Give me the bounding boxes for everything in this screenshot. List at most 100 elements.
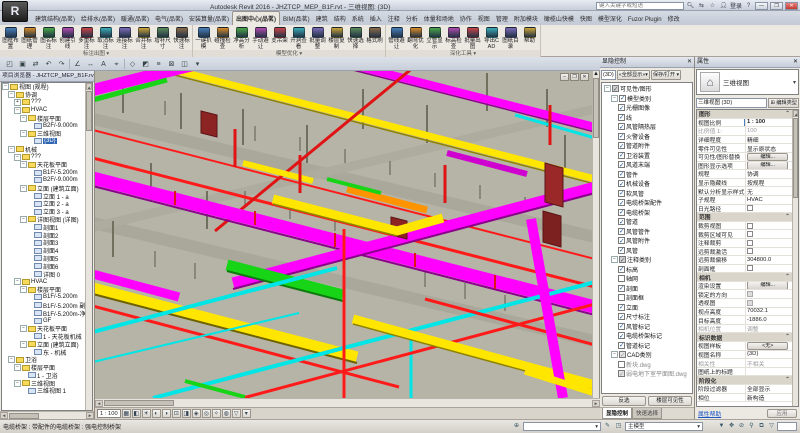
- property-value[interactable]: HVAC: [745, 196, 792, 204]
- browser-tree-item[interactable]: −机械: [2, 145, 85, 153]
- user-icon[interactable]: 👤︎: [719, 2, 728, 10]
- edit-type-button[interactable]: ⊞ 编辑类型: [768, 98, 799, 108]
- visibility-checkbox[interactable]: [619, 95, 626, 102]
- ribbon-tab[interactable]: 结构: [331, 12, 349, 25]
- property-section-header[interactable]: 图形⌃: [697, 110, 792, 119]
- render-icon[interactable]: ◑: [162, 409, 171, 418]
- ribbon-button[interactable]: 合并标注: [134, 26, 153, 50]
- design-option-dropdown[interactable]: 主模型▾: [625, 422, 703, 431]
- scroll-left-icon[interactable]: ◄: [95, 400, 103, 407]
- ribbon-tab[interactable]: 管理: [493, 12, 511, 25]
- ribbon-button[interactable]: 图纸管理: [20, 26, 39, 50]
- visibility-checkbox[interactable]: [618, 218, 625, 225]
- lock-view-icon[interactable]: ◈: [192, 409, 201, 418]
- editable-only-icon[interactable]: ✎: [603, 422, 612, 431]
- collapse-icon[interactable]: −: [8, 356, 15, 363]
- visibility-category-row[interactable]: 光栅图像: [602, 103, 692, 113]
- browser-tree-item[interactable]: −协调: [2, 91, 85, 99]
- ribbon-button[interactable]: 图框布置: [1, 26, 20, 50]
- ribbon-tab[interactable]: Fuzor Plugin: [625, 15, 665, 25]
- edit-button[interactable]: 编辑...: [747, 282, 788, 290]
- property-value[interactable]: 按规程: [745, 179, 792, 187]
- visibility-checkbox[interactable]: [618, 237, 625, 244]
- collapse-icon[interactable]: ⌃: [785, 111, 790, 117]
- browser-tree-item[interactable]: −视图 (规程): [2, 83, 85, 91]
- ribbon-tab[interactable]: 系统: [349, 12, 367, 25]
- property-value[interactable]: 1 : 100: [745, 119, 792, 127]
- visibility-category-row[interactable]: 电缆桥架标记: [602, 331, 692, 341]
- visibility-category-row[interactable]: 管件: [602, 170, 692, 180]
- visibility-category-row[interactable]: 剖面框: [602, 293, 692, 303]
- property-value[interactable]: 新构造: [745, 394, 792, 402]
- scroll-right-icon[interactable]: ►: [86, 412, 94, 419]
- more-icon[interactable]: ▾: [242, 409, 251, 418]
- property-checkbox[interactable]: [747, 231, 753, 237]
- visibility-checkbox[interactable]: [618, 342, 625, 349]
- ribbon-tab[interactable]: 视图: [475, 12, 493, 25]
- visibility-category-row[interactable]: 火警设备: [602, 132, 692, 142]
- visibility-checkbox[interactable]: [618, 370, 625, 377]
- property-value[interactable]: 显示原状态: [745, 144, 792, 152]
- ribbon-tab[interactable]: 修改: [665, 12, 683, 25]
- floor-visibility-button[interactable]: 楼层可见性: [648, 396, 692, 406]
- property-value[interactable]: 100: [745, 127, 792, 135]
- property-value[interactable]: [745, 205, 792, 213]
- property-section-header[interactable]: 范围⌃: [697, 213, 792, 222]
- visibility-category-row[interactable]: 风管隔热层: [602, 122, 692, 132]
- collapse-icon[interactable]: ⌃: [785, 274, 790, 280]
- collapse-icon[interactable]: −: [20, 130, 27, 137]
- default-3d-view-icon[interactable]: ◇: [127, 58, 138, 69]
- property-value[interactable]: 不相关: [745, 359, 792, 367]
- close-button[interactable]: ✕: [785, 2, 798, 10]
- crop-view-icon[interactable]: ⊡: [172, 409, 181, 418]
- thin-lines-icon[interactable]: ≡: [153, 58, 164, 69]
- ribbon-tab[interactable]: 暖通(品茗): [118, 12, 152, 25]
- minimize-button[interactable]: —: [755, 2, 768, 10]
- ribbon-button[interactable]: 碰撞检查: [213, 26, 232, 50]
- constraints-icon[interactable]: ▽: [232, 409, 241, 418]
- scroll-up-icon[interactable]: ▲: [793, 110, 798, 117]
- ribbon-button[interactable]: 图名标注: [39, 26, 58, 50]
- scroll-up-icon[interactable]: ▲: [86, 83, 92, 90]
- visibility-category-row[interactable]: 电缆桥架配件: [602, 198, 692, 208]
- open-icon[interactable]: ◰: [4, 58, 15, 69]
- workset-dropdown[interactable]: ▾: [523, 422, 601, 431]
- type-selector[interactable]: ⌂ 三维视图 ▾: [696, 69, 799, 95]
- property-value[interactable]: [745, 248, 792, 256]
- visibility-checkbox[interactable]: [618, 247, 625, 254]
- visibility-checkbox[interactable]: [618, 323, 625, 330]
- properties-vertical-scrollbar[interactable]: ▲: [792, 110, 798, 406]
- sync-icon[interactable]: ⇄: [30, 58, 41, 69]
- panel-tab[interactable]: 快速选择: [632, 408, 662, 419]
- save-open-button[interactable]: 保存/打开 ▾: [651, 70, 681, 80]
- measure-icon[interactable]: ∠: [72, 58, 83, 69]
- ribbon-button[interactable]: 创建引线: [58, 26, 77, 50]
- visibility-checkbox[interactable]: [618, 332, 625, 339]
- ribbon-tab[interactable]: 建筑: [313, 12, 331, 25]
- property-value[interactable]: 无: [745, 187, 792, 195]
- scroll-thumb[interactable]: [104, 400, 174, 406]
- visibility-checkbox[interactable]: [618, 285, 625, 292]
- ribbon-button[interactable]: 管线避让: [387, 26, 406, 50]
- drawing-area[interactable]: – ❐ ✕ ▲ ◄ ► 1 : 100 ▦◧☀◐◑⊡◨◈◎✧◍▽▾: [95, 71, 600, 419]
- property-value[interactable]: 调整: [745, 325, 792, 333]
- help-search-input[interactable]: [596, 2, 684, 10]
- property-value[interactable]: [745, 368, 792, 376]
- visibility-checkbox[interactable]: [618, 304, 625, 311]
- collapse-icon[interactable]: −: [14, 380, 21, 387]
- property-section-header[interactable]: 相机⌃: [697, 273, 792, 282]
- visibility-checkbox[interactable]: [618, 190, 625, 197]
- visibility-checkbox[interactable]: [618, 199, 625, 206]
- visibility-category-row[interactable]: 风管: [602, 246, 692, 256]
- visibility-checkbox[interactable]: [618, 171, 625, 178]
- selection-filter-icon[interactable]: ▽: [767, 422, 776, 431]
- detail-level-icon[interactable]: ▦: [122, 409, 131, 418]
- ribbon-button[interactable]: 批量调整: [308, 26, 327, 50]
- ribbon-tab[interactable]: 插入: [367, 12, 385, 25]
- apply-button[interactable]: 应用: [767, 409, 797, 418]
- ribbon-button[interactable]: 取消标注: [96, 26, 115, 50]
- property-section-header[interactable]: 阶段化⌃: [697, 376, 792, 385]
- collapse-icon[interactable]: −: [611, 256, 618, 263]
- scroll-thumb[interactable]: [86, 91, 92, 131]
- customize-qat-icon[interactable]: ▾: [192, 58, 203, 69]
